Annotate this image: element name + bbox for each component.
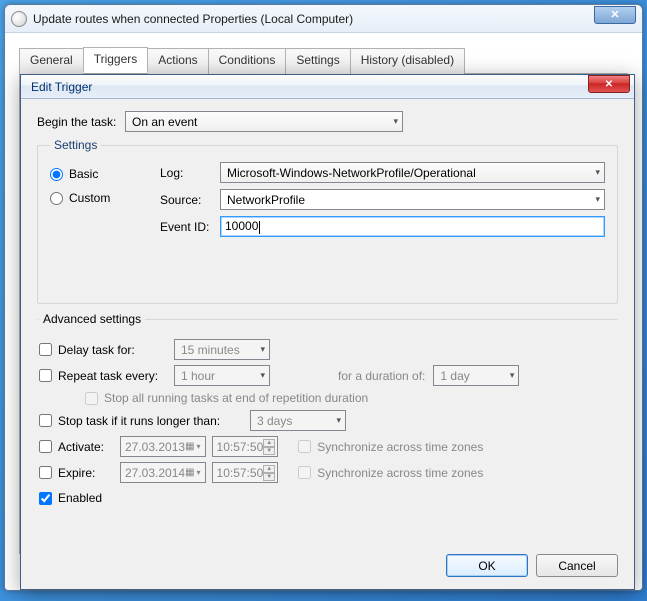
source-label: Source: — [160, 193, 220, 207]
stopif-checkbox[interactable] — [39, 414, 52, 427]
stopif-select[interactable]: 3 days — [250, 410, 346, 431]
dialog-close-button[interactable]: ✕ — [588, 75, 630, 93]
expire-checkbox[interactable] — [39, 466, 52, 479]
chevron-down-icon: ▾ — [197, 442, 201, 451]
activate-time-value: 10:57:50 — [217, 440, 264, 454]
custom-radio[interactable] — [50, 192, 63, 205]
source-value: NetworkProfile — [227, 193, 305, 207]
duration-value: 1 day — [440, 369, 469, 383]
expire-label: Expire: — [58, 466, 114, 480]
tab-history[interactable]: History (disabled) — [350, 48, 465, 74]
calendar-icon: ▦ — [185, 467, 194, 478]
spinner-icon[interactable]: ▲▼ — [263, 439, 275, 455]
log-select[interactable]: Microsoft-Windows-NetworkProfile/Operati… — [220, 162, 605, 183]
activate-checkbox[interactable] — [39, 440, 52, 453]
repeat-label: Repeat task every: — [58, 369, 168, 383]
tab-triggers[interactable]: Triggers — [83, 47, 149, 73]
advanced-group: Advanced settings Delay task for: 15 min… — [37, 312, 618, 510]
edit-trigger-dialog: Edit Trigger ✕ Begin the task: On an eve… — [20, 74, 635, 590]
expire-time[interactable]: 10:57:50 ▲▼ — [212, 462, 279, 483]
cancel-button[interactable]: Cancel — [536, 554, 618, 577]
advanced-legend: Advanced settings — [39, 312, 145, 326]
repeat-select[interactable]: 1 hour — [174, 365, 270, 386]
duration-select[interactable]: 1 day — [433, 365, 519, 386]
spinner-icon[interactable]: ▲▼ — [263, 465, 275, 481]
sync1-checkbox — [298, 440, 311, 453]
delay-select[interactable]: 15 minutes — [174, 339, 270, 360]
sync1-label: Synchronize across time zones — [317, 440, 483, 454]
eventid-value: 10000 — [225, 219, 260, 233]
begin-task-select[interactable]: On an event — [125, 111, 403, 132]
delay-value: 15 minutes — [181, 343, 240, 357]
stopif-value: 3 days — [257, 414, 292, 428]
calendar-icon: ▦ — [185, 441, 194, 452]
enabled-checkbox[interactable] — [39, 492, 52, 505]
parent-titlebar: Update routes when connected Properties … — [5, 5, 642, 33]
expire-date-value: 27.03.2014 — [125, 466, 185, 480]
log-label: Log: — [160, 166, 220, 180]
activate-date[interactable]: 27.03.2013 ▦▾ — [120, 436, 206, 457]
stopif-label: Stop task if it runs longer than: — [58, 414, 244, 428]
repeat-value: 1 hour — [181, 369, 215, 383]
eventid-label: Event ID: — [160, 220, 220, 234]
delay-label: Delay task for: — [58, 343, 168, 357]
expire-date[interactable]: 27.03.2014 ▦▾ — [120, 462, 206, 483]
delay-checkbox[interactable] — [39, 343, 52, 356]
enabled-label: Enabled — [58, 491, 102, 505]
stopall-checkbox — [85, 392, 98, 405]
duration-label: for a duration of: — [338, 369, 425, 383]
tab-conditions[interactable]: Conditions — [208, 48, 287, 74]
stopall-label: Stop all running tasks at end of repetit… — [104, 391, 368, 405]
log-value: Microsoft-Windows-NetworkProfile/Operati… — [227, 166, 476, 180]
activate-date-value: 27.03.2013 — [125, 440, 185, 454]
basic-radio[interactable] — [50, 168, 63, 181]
eventid-input[interactable]: 10000 — [220, 216, 605, 237]
activate-label: Activate: — [58, 440, 114, 454]
repeat-checkbox[interactable] — [39, 369, 52, 382]
dialog-titlebar: Edit Trigger ✕ — [21, 75, 634, 99]
activate-time[interactable]: 10:57:50 ▲▼ — [212, 436, 279, 457]
tab-actions[interactable]: Actions — [147, 48, 208, 74]
begin-task-label: Begin the task: — [37, 115, 125, 129]
tab-strip: General Triggers Actions Conditions Sett… — [19, 47, 628, 74]
source-select[interactable]: NetworkProfile — [220, 189, 605, 210]
settings-legend: Settings — [50, 138, 101, 152]
settings-group: Settings Basic Custom Log: — [37, 138, 618, 304]
sync2-label: Synchronize across time zones — [317, 466, 483, 480]
clock-icon — [11, 11, 27, 27]
chevron-down-icon: ▾ — [197, 468, 201, 477]
expire-time-value: 10:57:50 — [217, 466, 264, 480]
dialog-title: Edit Trigger — [31, 80, 588, 94]
sync2-checkbox — [298, 466, 311, 479]
basic-label: Basic — [69, 167, 98, 181]
custom-label: Custom — [69, 191, 110, 205]
ok-button[interactable]: OK — [446, 554, 528, 577]
tab-general[interactable]: General — [19, 48, 84, 74]
begin-task-value: On an event — [132, 115, 197, 129]
parent-window-title: Update routes when connected Properties … — [33, 12, 594, 26]
parent-close-button[interactable]: ✕ — [594, 6, 636, 24]
tab-settings[interactable]: Settings — [285, 48, 350, 74]
